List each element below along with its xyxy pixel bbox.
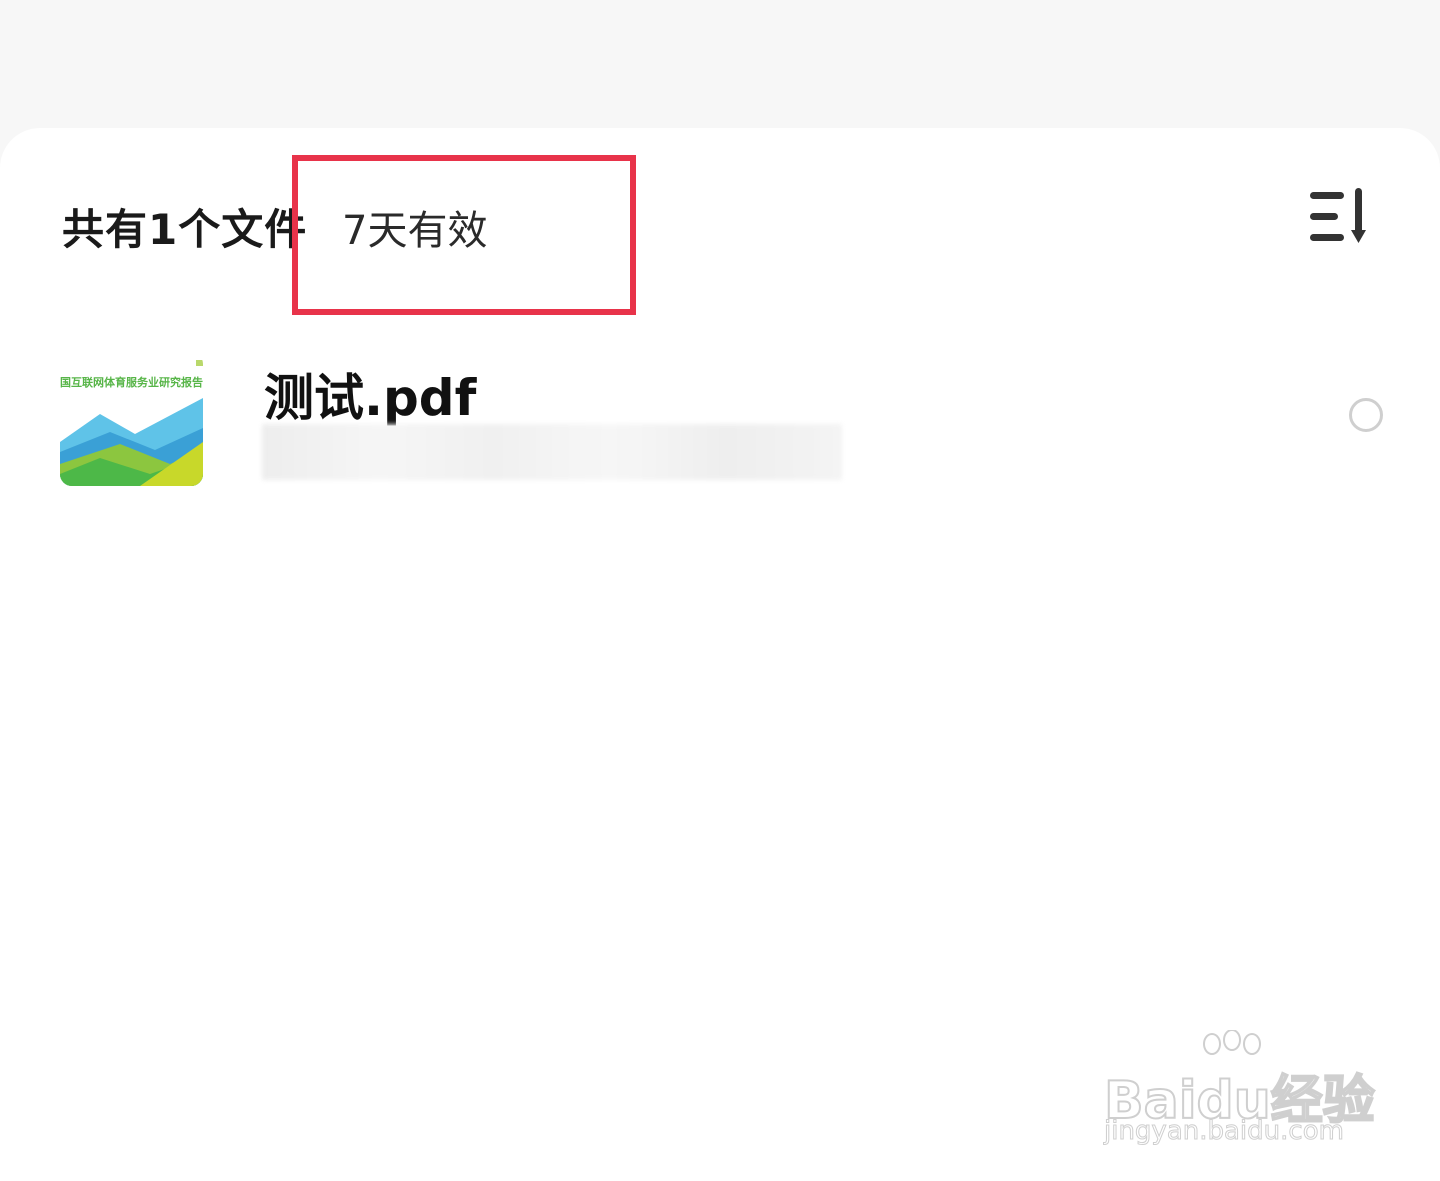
file-list-item[interactable]: 国互联网体育服务业研究报告 测试.pdf (0, 340, 1440, 500)
pdf-thumbnail: 国互联网体育服务业研究报告 (60, 352, 203, 486)
file-name: 测试.pdf (264, 369, 477, 427)
sort-button[interactable] (1306, 186, 1378, 248)
select-radio[interactable] (1349, 398, 1383, 432)
report-cover-graphic (60, 352, 203, 486)
file-meta-blurred (262, 424, 842, 480)
watermark-url: jingyan.baidu.com (1104, 1116, 1345, 1147)
file-count-label: 共有1个文件 (62, 205, 308, 254)
sort-descending-icon (1310, 188, 1366, 243)
highlight-annotation-box (292, 155, 636, 315)
file-list-sheet (0, 128, 1440, 1181)
thumbnail-title: 国互联网体育服务业研究报告 (60, 376, 203, 389)
baidu-jingyan-watermark: Baidu经验 jingyan.baidu.com (1100, 1030, 1376, 1155)
